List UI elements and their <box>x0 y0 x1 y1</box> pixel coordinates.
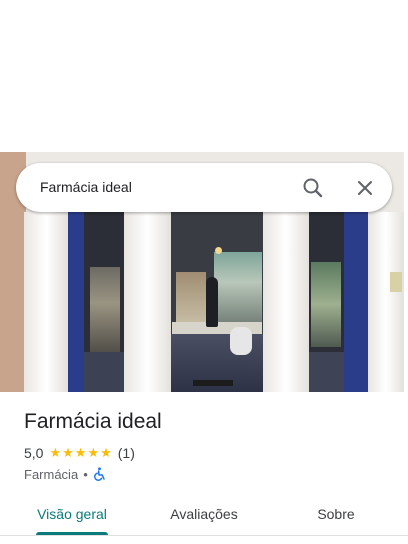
tab-about[interactable]: Sobre <box>282 494 390 534</box>
star-rating[interactable]: ★ ★ ★ ★ ★ <box>49 445 112 461</box>
category-row: Farmácia • <box>24 466 107 482</box>
rating-value: 5,0 <box>24 445 44 461</box>
tab-overview[interactable]: Visão geral <box>18 494 126 534</box>
photo-shelf <box>176 272 206 327</box>
photo-shelf <box>90 267 120 357</box>
photo-pillar <box>124 212 171 392</box>
photo-sign <box>390 272 402 292</box>
star-icon: ★ <box>87 445 100 460</box>
tabs-divider <box>0 535 408 536</box>
separator-dot: • <box>83 466 88 482</box>
search-box[interactable]: Farmácia ideal <box>16 163 392 212</box>
photo-person <box>206 277 218 327</box>
map-blank-area <box>0 0 408 152</box>
photo-bag <box>230 327 252 355</box>
place-category[interactable]: Farmácia <box>24 467 78 482</box>
photo-edge <box>404 152 408 392</box>
search-input[interactable]: Farmácia ideal <box>40 163 132 212</box>
tab-reviews[interactable]: Avaliações <box>150 494 258 534</box>
photo-doormat <box>193 380 233 386</box>
star-icon: ★ <box>100 445 112 460</box>
photo-pillar <box>263 212 309 392</box>
photo-floor <box>309 352 344 392</box>
search-button[interactable] <box>300 175 326 201</box>
photo-pillar <box>24 212 68 392</box>
clear-search-button[interactable] <box>352 175 378 201</box>
rating-row: 5,0 ★ ★ ★ ★ ★ (1) <box>24 445 135 461</box>
photo-shelf <box>311 262 341 347</box>
star-icon: ★ <box>49 445 62 460</box>
place-name: Farmácia ideal <box>24 410 162 433</box>
photo-pillar <box>368 212 404 392</box>
wheelchair-accessible-icon <box>93 467 105 481</box>
star-icon: ★ <box>62 445 74 460</box>
photo-floor <box>84 352 124 392</box>
star-icon: ★ <box>74 445 87 460</box>
photo-blue-door <box>68 212 84 392</box>
photo-shelf <box>214 252 262 327</box>
review-count-link[interactable]: (1) <box>118 445 135 461</box>
place-tabs: Visão geral Avaliações Sobre <box>0 494 408 542</box>
photo-lamp <box>215 247 222 254</box>
close-icon <box>358 181 372 195</box>
search-icon <box>303 178 323 198</box>
photo-blue-door <box>344 212 368 392</box>
